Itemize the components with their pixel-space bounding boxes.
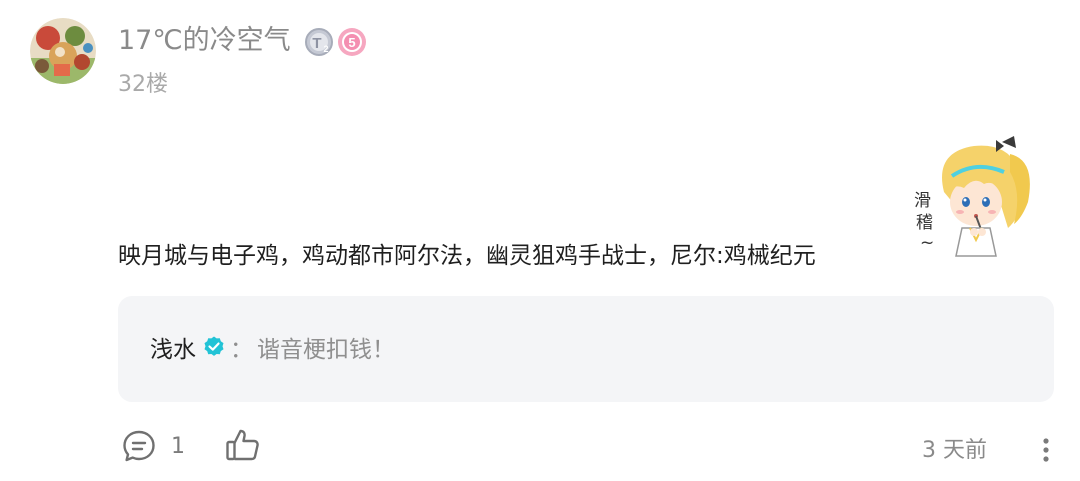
- sticker-text-3: ~: [920, 233, 934, 253]
- comment-content: 映月城与电子鸡，鸡动都市阿尔法，幽灵狙鸡手战士，尼尔:鸡械纪元: [118, 243, 816, 269]
- level-badge-number: 5: [348, 35, 355, 50]
- like-button[interactable]: [224, 426, 262, 464]
- sticker-text-2: 稽: [916, 213, 933, 233]
- sticker-image: 滑 稽 ~: [904, 132, 1044, 264]
- more-button[interactable]: [1036, 434, 1056, 466]
- thumbs-up-icon: [226, 429, 259, 461]
- reply-text: 谐音梗扣钱！: [257, 337, 395, 363]
- title-badge-icon: T 2: [304, 27, 334, 57]
- comment-count: 1: [171, 434, 185, 459]
- title-badge-sub: 2: [323, 44, 328, 54]
- sticker-text-1: 滑: [914, 191, 931, 211]
- reply-separator: ：: [230, 337, 253, 363]
- comment-bubble-icon: [123, 430, 155, 462]
- level-badge-icon: 5: [337, 27, 367, 57]
- reply-preview[interactable]: 浅水 ： 谐音梗扣钱！: [118, 296, 1054, 402]
- more-vertical-icon: [1043, 438, 1049, 462]
- post-time: 3 天前: [922, 438, 987, 463]
- verified-check-icon: [204, 336, 224, 356]
- comment-button[interactable]: [121, 428, 157, 464]
- reply-line: 浅水 ： 谐音梗扣钱！: [150, 330, 395, 364]
- title-badge-letter: T: [312, 35, 321, 52]
- floor-number: 32楼: [118, 72, 168, 97]
- avatar[interactable]: [30, 18, 96, 84]
- avatar-image: [30, 18, 96, 84]
- reply-author[interactable]: 浅水: [150, 330, 196, 364]
- username[interactable]: 17℃的冷空气: [118, 24, 291, 58]
